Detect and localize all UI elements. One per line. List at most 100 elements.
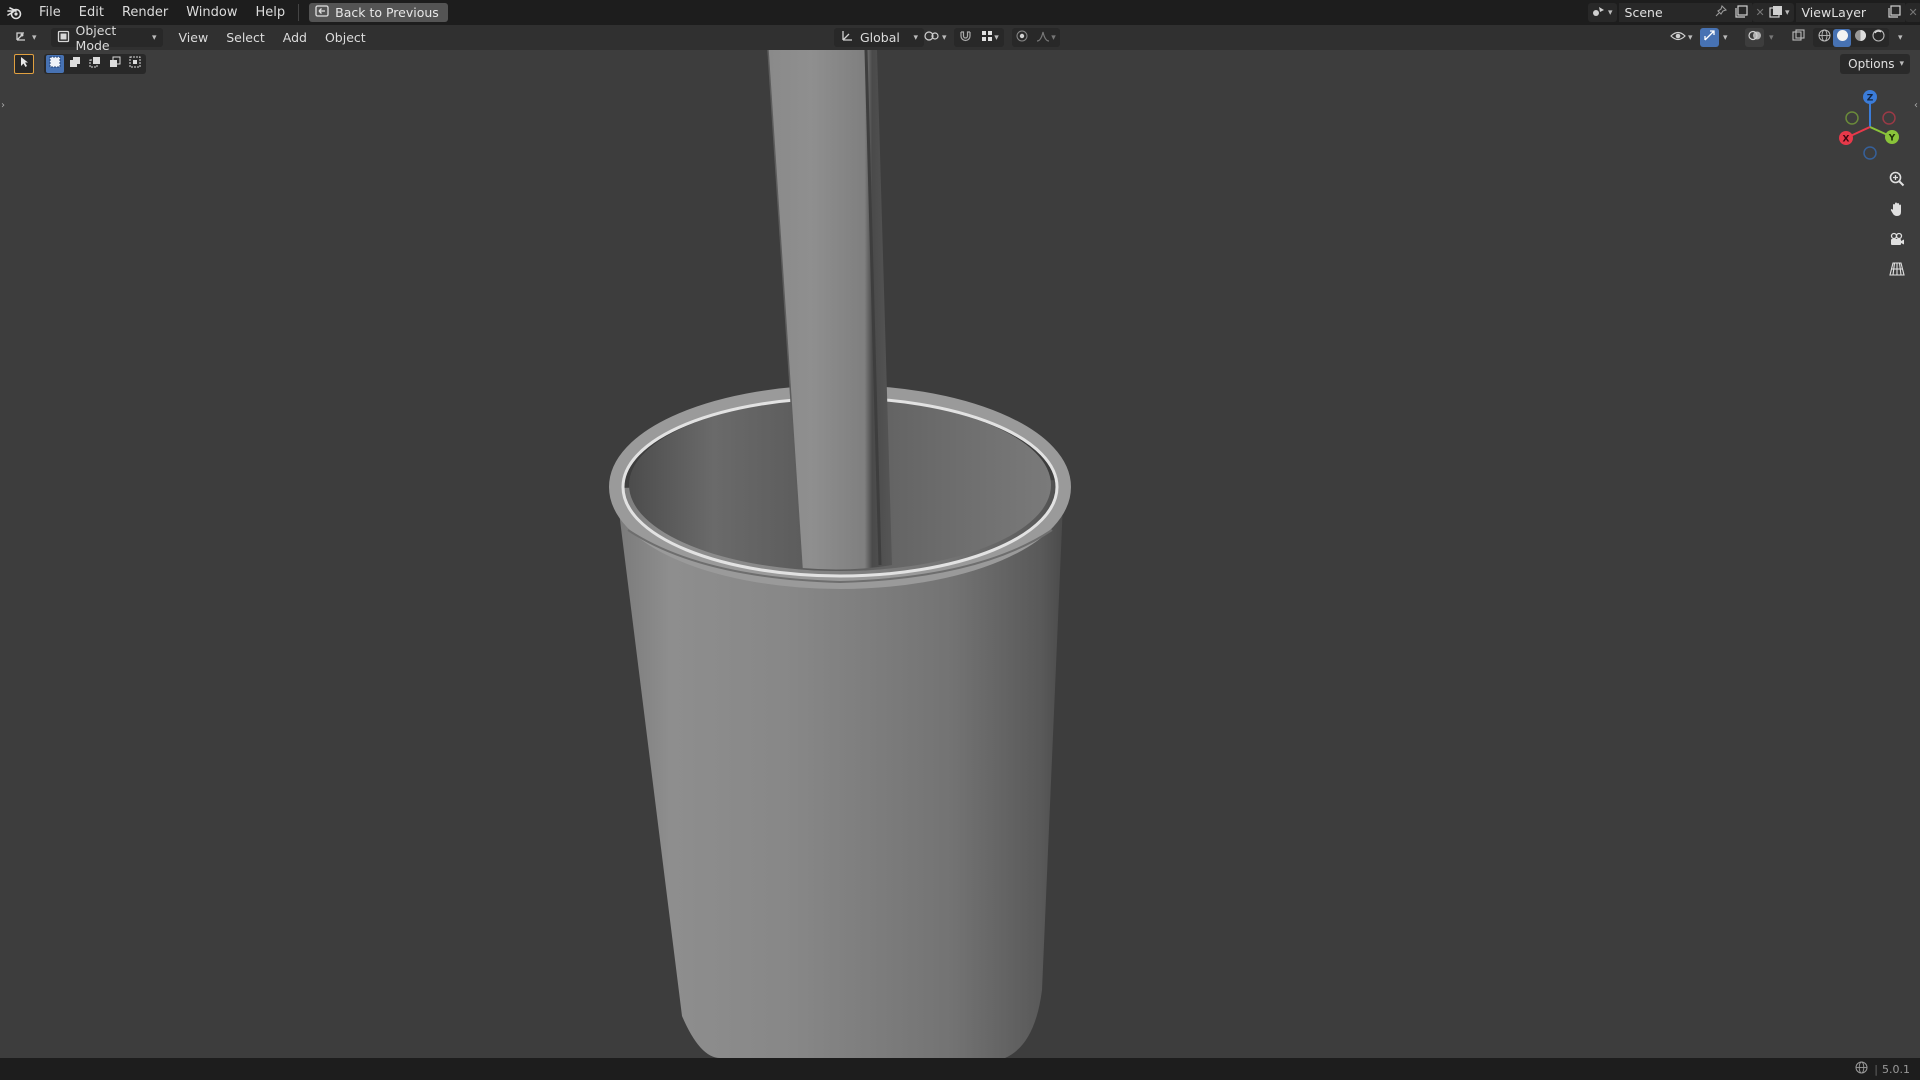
blender-logo-icon[interactable]: [0, 0, 30, 25]
x-axis-label: X: [1843, 135, 1850, 145]
pivot-point-dropdown[interactable]: ▾: [918, 28, 953, 47]
back-to-previous-button[interactable]: Back to Previous: [309, 3, 448, 22]
new-view-layer-button[interactable]: [1883, 3, 1905, 22]
gizmo-icon: [1703, 29, 1716, 46]
select-invert-icon: [109, 56, 121, 72]
pan-button[interactable]: [1884, 198, 1910, 224]
status-divider: |: [1874, 1062, 1878, 1076]
menu-select[interactable]: Select: [220, 28, 271, 47]
close-icon: ✕: [1908, 6, 1918, 19]
menu-add[interactable]: Add: [277, 28, 313, 47]
menu-file[interactable]: File: [30, 0, 70, 25]
pin-scene-button[interactable]: [1710, 3, 1731, 22]
select-tool-button[interactable]: [14, 54, 34, 74]
close-icon: ✕: [1755, 6, 1765, 19]
proportional-editing-group: ▾: [1012, 28, 1060, 47]
delete-view-layer-button[interactable]: ✕: [1904, 3, 1920, 22]
gizmo-toggle[interactable]: [1700, 28, 1719, 47]
view-layer-name: ViewLayer: [1801, 5, 1867, 20]
cursor-arrow-icon: [19, 56, 29, 72]
scene-name: Scene: [1624, 5, 1663, 20]
magnet-icon: [959, 29, 972, 46]
zoom-button[interactable]: [1884, 168, 1910, 194]
snapping-group: ▾: [954, 28, 1004, 47]
chevron-down-icon: ▾: [152, 32, 157, 43]
orientation-global-icon: [840, 29, 854, 46]
scene-name-field[interactable]: Scene: [1618, 3, 1711, 22]
scene-browse-button[interactable]: ▾: [1588, 3, 1617, 22]
gizmo-dropdown-chevron-icon[interactable]: ▾: [1723, 33, 1728, 43]
view-layer-name-field[interactable]: ViewLayer: [1795, 3, 1884, 22]
negative-x-axis-handle: [1882, 111, 1896, 125]
menu-window[interactable]: Window: [177, 0, 246, 25]
menu-render[interactable]: Render: [113, 0, 177, 25]
shading-mode-group: [1813, 28, 1889, 47]
pin-icon: [1715, 4, 1727, 20]
chevron-down-icon: ▾: [1608, 7, 1613, 18]
scene-icon: [1592, 5, 1606, 21]
perspective-toggle-button[interactable]: [1884, 258, 1910, 284]
transform-orientation-dropdown[interactable]: Global ▾: [834, 28, 924, 47]
rendered-shading-button[interactable]: [1869, 29, 1887, 47]
solid-shading-button[interactable]: [1833, 28, 1851, 47]
toolbar-expand-chevron-icon[interactable]: ›: [1, 100, 5, 111]
globe-icon: [1855, 1061, 1868, 1077]
select-mode-new-button[interactable]: [46, 55, 64, 73]
select-mode-intersect-button[interactable]: [126, 55, 144, 73]
options-label: Options: [1848, 57, 1895, 71]
chevron-down-icon: ▾: [1688, 32, 1693, 43]
snap-toggle[interactable]: [954, 29, 976, 47]
menu-edit[interactable]: Edit: [70, 0, 113, 25]
proportional-editing-toggle[interactable]: [1012, 29, 1032, 47]
overlays-toggle[interactable]: [1745, 28, 1764, 47]
selection-mode-group: [44, 54, 146, 74]
camera-view-button[interactable]: [1884, 228, 1910, 254]
3d-viewport-icon: [14, 29, 30, 46]
menu-help[interactable]: Help: [247, 0, 295, 25]
select-mode-extend-button[interactable]: [66, 55, 84, 73]
duplicate-icon: [1887, 4, 1901, 21]
sidebar-expand-chevron-icon[interactable]: ‹: [1914, 100, 1918, 111]
back-to-previous-label: Back to Previous: [335, 5, 439, 20]
select-new-icon: [49, 56, 61, 72]
select-mode-invert-button[interactable]: [106, 55, 124, 73]
solid-sphere-icon: [1836, 29, 1849, 46]
negative-z-axis-handle: [1863, 146, 1877, 160]
view-layer-browse-button[interactable]: ▾: [1765, 3, 1794, 22]
pivot-point-icon: [924, 29, 940, 46]
shading-dropdown-chevron-icon[interactable]: ▾: [1898, 33, 1903, 43]
wireframe-shading-button[interactable]: [1815, 29, 1833, 47]
duplicate-icon: [1734, 4, 1748, 21]
new-scene-button[interactable]: [1730, 3, 1752, 22]
object-mode-label: Object Mode: [75, 22, 117, 53]
select-mode-subtract-button[interactable]: [86, 55, 104, 73]
zoom-magnifier-icon: [1889, 171, 1905, 191]
camera-icon: [1889, 232, 1905, 250]
3d-viewport[interactable]: › ‹ Options ▾ Z Y X: [0, 50, 1920, 1058]
viewport-scene: [609, 50, 1071, 1058]
eye-visibility-icon: [1670, 30, 1686, 46]
chevron-down-icon: ▾: [1785, 7, 1790, 18]
top-bar: File Edit Render Window Help Back to Pre…: [0, 0, 1920, 25]
options-dropdown[interactable]: Options ▾: [1840, 54, 1910, 74]
chevron-down-icon: ▾: [994, 32, 999, 43]
viewport-header: ▾ Object Mode ▾ View Select Add Object G…: [0, 23, 1920, 53]
xray-toggle[interactable]: [1789, 28, 1808, 47]
chevron-down-icon: ▾: [1899, 59, 1904, 69]
view-layer-selector: ▾ ViewLayer ✕: [1765, 3, 1920, 22]
material-preview-button[interactable]: [1851, 29, 1869, 47]
proportional-falloff-dropdown[interactable]: ▾: [1032, 29, 1060, 47]
object-visibility-dropdown[interactable]: ▾: [1664, 28, 1699, 47]
object-mode-dropdown[interactable]: Object Mode ▾: [50, 23, 163, 53]
navigation-gizmo[interactable]: Z Y X: [1830, 88, 1910, 168]
editor-type-button[interactable]: ▾: [8, 28, 43, 47]
snap-increment-icon: [981, 30, 993, 46]
menu-object[interactable]: Object: [319, 28, 372, 47]
render-layers-icon: [1769, 5, 1783, 21]
chevron-down-icon: ▾: [32, 32, 37, 43]
select-intersect-icon: [129, 56, 141, 72]
menu-view[interactable]: View: [173, 28, 215, 47]
overlays-dropdown-chevron-icon[interactable]: ▾: [1769, 33, 1774, 43]
snap-target-dropdown[interactable]: ▾: [976, 29, 1004, 47]
falloff-curve-icon: [1036, 30, 1050, 46]
